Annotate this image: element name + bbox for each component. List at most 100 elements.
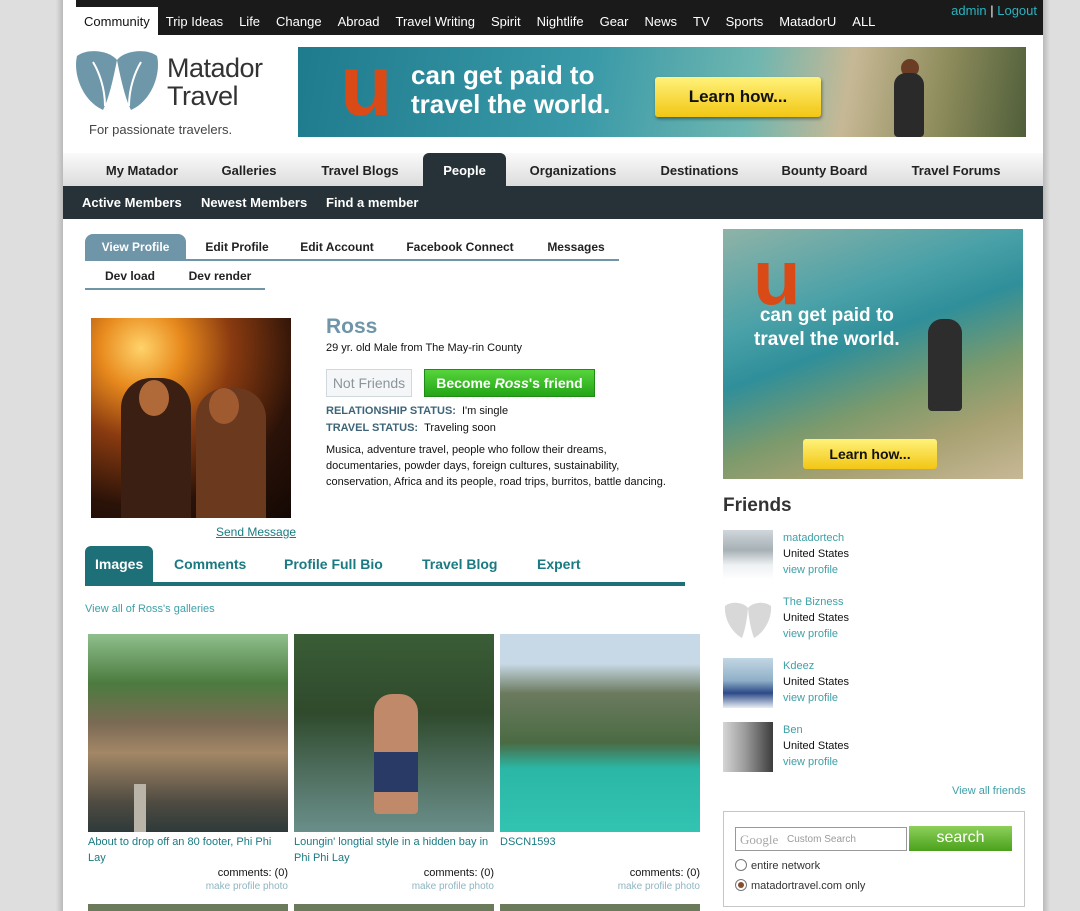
friend-name[interactable]: Ben	[783, 724, 803, 736]
mainnav-my-matador[interactable]: My Matador	[93, 153, 191, 186]
image-caption[interactable]: DSCN1593	[500, 834, 700, 866]
topnav-tv[interactable]: TV	[685, 7, 718, 35]
content-tabs-underline	[85, 582, 685, 586]
subnav-newest-members[interactable]: Newest Members	[201, 195, 307, 210]
page-shadow-right	[1043, 0, 1050, 911]
travel-status-label: TRAVEL STATUS:	[326, 422, 419, 434]
mainnav-travel-forums[interactable]: Travel Forums	[903, 153, 1009, 186]
profile-bio: Musica, adventure travel, people who fol…	[326, 444, 666, 488]
site-logo[interactable]: Matador Travel For passionate travelers.	[73, 48, 283, 140]
sidebar-learn-how-button[interactable]: Learn how...	[803, 439, 937, 469]
friend-country: United States	[783, 548, 850, 560]
topnav-trip-ideas[interactable]: Trip Ideas	[158, 7, 231, 35]
view-profile-link[interactable]: view profile	[783, 564, 838, 576]
mainnav-galleries[interactable]: Galleries	[208, 153, 290, 186]
tab-expert[interactable]: Expert	[537, 546, 581, 582]
tab-edit-profile[interactable]: Edit Profile	[203, 234, 271, 260]
image-comments: comments: (0)	[423, 867, 494, 879]
tab-comments[interactable]: Comments	[174, 546, 246, 582]
tab-travel-blog[interactable]: Travel Blog	[422, 546, 497, 582]
topnav-change[interactable]: Change	[268, 7, 330, 35]
become-friend-post: 's friend	[528, 375, 583, 391]
topnav-spirit[interactable]: Spirit	[483, 7, 529, 35]
topnav-travel-writing[interactable]: Travel Writing	[388, 7, 483, 35]
mainnav-organizations[interactable]: Organizations	[518, 153, 628, 186]
image-thumbnail[interactable]	[88, 634, 288, 832]
topnav-gear[interactable]: Gear	[592, 7, 637, 35]
view-profile-link[interactable]: view profile	[783, 692, 838, 704]
topnav-community[interactable]: Community	[76, 7, 158, 35]
image-thumbnail-next-row[interactable]	[294, 904, 494, 911]
radio-label: matadortravel.com only	[751, 880, 866, 892]
admin-link[interactable]: admin	[951, 3, 986, 18]
topnav-news[interactable]: News	[636, 7, 685, 35]
banner-ad-text: can get paid to travel the world.	[411, 61, 610, 119]
tab-view-profile[interactable]: View Profile	[85, 234, 186, 260]
topnav-life[interactable]: Life	[231, 7, 268, 35]
avatar[interactable]	[723, 722, 773, 772]
profile-tabs-underline-row2	[85, 288, 265, 290]
logo-tagline: For passionate travelers.	[89, 122, 233, 137]
image-thumbnail-next-row[interactable]	[500, 904, 700, 911]
make-profile-photo-link[interactable]: make profile photo	[500, 881, 700, 892]
make-profile-photo-link[interactable]: make profile photo	[294, 881, 494, 892]
view-profile-link[interactable]: view profile	[783, 628, 838, 640]
radio-site-only[interactable]: matadortravel.com only	[735, 879, 865, 892]
friend-name[interactable]: The Bizness	[783, 596, 844, 608]
user-links: admin | Logout	[951, 3, 1037, 18]
sidebar-ad[interactable]: u can get paid to travel the world. Lear…	[723, 229, 1023, 479]
mainnav-travel-blogs[interactable]: Travel Blogs	[308, 153, 412, 186]
subnav-find-member[interactable]: Find a member	[326, 195, 418, 210]
page-shadow-left	[56, 0, 63, 911]
mainnav-people[interactable]: People	[423, 153, 506, 186]
matador-logo-icon	[76, 51, 158, 110]
topnav-all[interactable]: ALL	[844, 7, 883, 35]
image-thumbnail[interactable]	[294, 634, 494, 832]
radio-entire-network[interactable]: entire network	[735, 859, 820, 872]
friend-name[interactable]: matadortech	[783, 532, 844, 544]
avatar[interactable]	[723, 658, 773, 708]
view-profile-link[interactable]: view profile	[783, 756, 838, 768]
friend-item: The Bizness United States view profile	[723, 594, 1023, 646]
become-friend-button[interactable]: Become Ross's friend	[424, 369, 595, 397]
sidebar-ad-line1: can get paid to	[759, 305, 894, 326]
tab-images[interactable]: Images	[85, 546, 154, 582]
make-profile-photo-link[interactable]: make profile photo	[88, 881, 288, 892]
search-placeholder: Custom Search	[787, 834, 856, 845]
search-button[interactable]: search	[909, 826, 1012, 851]
banner-ad[interactable]: u can get paid to travel the world. Lear…	[298, 47, 1026, 137]
image-thumbnail[interactable]	[500, 634, 700, 832]
page: Community Trip Ideas Life Change Abroad …	[63, 0, 1043, 911]
image-caption[interactable]: Loungin' longtial style in a hidden bay …	[294, 834, 494, 866]
logo-wordmark-line1: Matador	[167, 53, 263, 83]
tab-profile-full-bio[interactable]: Profile Full Bio	[284, 546, 383, 582]
avatar[interactable]	[723, 530, 773, 580]
banner-ad-letter: u	[340, 47, 393, 134]
friend-country: United States	[783, 612, 850, 624]
subnav-active-members[interactable]: Active Members	[82, 195, 182, 210]
profile-tabs-underline	[85, 259, 619, 261]
topnav-matadoru[interactable]: MatadorU	[771, 7, 844, 35]
friend-name[interactable]: Kdeez	[783, 660, 814, 672]
mainnav-bounty-board[interactable]: Bounty Board	[773, 153, 876, 186]
view-all-friends-link[interactable]: View all friends	[952, 785, 1026, 797]
send-message-link[interactable]: Send Message	[216, 525, 296, 539]
search-input[interactable]: Google Custom Search	[735, 827, 907, 851]
topnav-sports[interactable]: Sports	[718, 7, 772, 35]
tab-messages[interactable]: Messages	[543, 234, 609, 260]
mainnav-destinations[interactable]: Destinations	[646, 153, 753, 186]
avatar[interactable]	[723, 594, 773, 644]
image-caption[interactable]: About to drop off an 80 footer, Phi Phi …	[88, 834, 288, 866]
tab-dev-load[interactable]: Dev load	[101, 263, 159, 289]
banner-learn-how-button[interactable]: Learn how...	[655, 77, 821, 117]
tab-dev-render[interactable]: Dev render	[185, 263, 255, 289]
topnav-nightlife[interactable]: Nightlife	[529, 7, 592, 35]
profile-name: Ross	[326, 315, 378, 338]
tab-edit-account[interactable]: Edit Account	[297, 234, 377, 260]
image-thumbnail-next-row[interactable]	[88, 904, 288, 911]
topnav-abroad[interactable]: Abroad	[330, 7, 388, 35]
view-all-galleries-link[interactable]: View all of Ross's galleries	[85, 603, 215, 615]
tab-facebook-connect[interactable]: Facebook Connect	[403, 234, 517, 260]
logo-wordmark-line2: Travel	[167, 81, 239, 111]
logout-link[interactable]: Logout	[997, 3, 1037, 18]
